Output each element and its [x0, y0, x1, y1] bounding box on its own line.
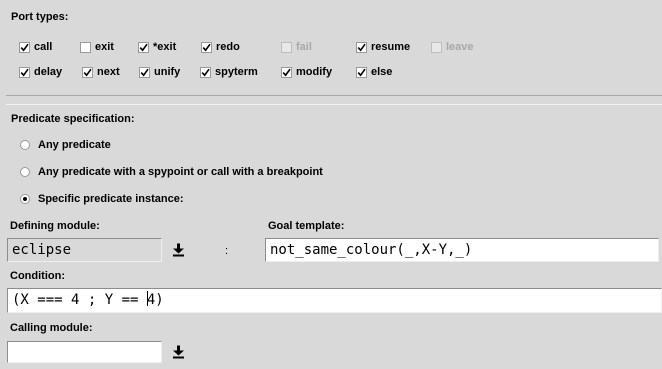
checkbox-next[interactable]: next [82, 65, 120, 79]
checkbox-star-exit[interactable]: *exit [138, 40, 176, 54]
checkbox-label: spyterm [215, 66, 258, 78]
checkbox-spyterm[interactable]: spyterm [200, 65, 258, 79]
check-icon [82, 66, 93, 78]
checkbox-leave: leave [431, 40, 474, 54]
radio-label: Any predicate with a spypoint or call wi… [38, 166, 323, 178]
checkbox-label: else [371, 66, 393, 78]
checkbox-resume[interactable]: resume [356, 40, 410, 54]
check-icon [19, 66, 30, 78]
condition-field[interactable]: (X === 4 ; Y == 4) [7, 288, 662, 313]
checkbox-label: *exit [153, 41, 177, 53]
goal-template-label: Goal template: [268, 220, 345, 232]
calling-module-label: Calling module: [10, 322, 93, 334]
checkbox-label: modify [296, 66, 333, 78]
radio-selected-icon [20, 194, 30, 204]
separator-colon: : [225, 245, 229, 257]
condition-label: Condition: [10, 270, 65, 282]
checkbox-empty-icon [281, 41, 292, 53]
download-arrow-icon [173, 243, 184, 256]
checkbox-fail: fail [281, 40, 312, 54]
checkbox-call[interactable]: call [19, 40, 52, 54]
calling-module-dropdown-button[interactable] [168, 342, 189, 361]
checkbox-label: fail [296, 41, 312, 53]
check-icon [356, 41, 367, 53]
checkbox-label: redo [216, 41, 240, 53]
radio-specific-instance[interactable]: Specific predicate instance: [20, 192, 184, 206]
section-divider [6, 95, 662, 105]
checkbox-exit[interactable]: exit [80, 40, 114, 54]
goal-template-field[interactable]: not_same_colour(_,X-Y,_) [265, 238, 659, 262]
checkbox-empty-icon [80, 41, 91, 53]
radio-empty-icon [20, 167, 30, 177]
download-arrow-icon [173, 345, 184, 358]
checkbox-delay[interactable]: delay [19, 65, 62, 79]
check-icon [356, 66, 367, 78]
checkbox-unify[interactable]: unify [139, 65, 180, 79]
radio-empty-icon [20, 140, 30, 150]
checkbox-label: call [34, 41, 53, 53]
check-icon [200, 66, 211, 78]
condition-text-after-cursor: 4) [146, 292, 164, 308]
check-icon [19, 41, 30, 53]
defining-module-dropdown-button[interactable] [168, 240, 189, 259]
calling-module-field[interactable] [7, 341, 162, 363]
check-icon [138, 41, 149, 53]
checkbox-else[interactable]: else [356, 65, 392, 79]
checkbox-label: delay [34, 66, 63, 78]
radio-label: Any predicate [38, 139, 111, 151]
condition-text-before-cursor: (X === 4 ; Y == [12, 292, 147, 308]
defining-module-label: Defining module: [10, 220, 100, 232]
check-icon [201, 41, 212, 53]
radio-any-predicate[interactable]: Any predicate [20, 138, 111, 152]
check-icon [281, 66, 292, 78]
checkbox-redo[interactable]: redo [201, 40, 240, 54]
radio-label: Specific predicate instance: [38, 193, 184, 205]
checkbox-empty-icon [431, 41, 442, 53]
checkbox-label: next [97, 66, 120, 78]
checkbox-label: resume [371, 41, 411, 53]
checkbox-modify[interactable]: modify [281, 65, 332, 79]
predicate-spec-heading: Predicate specification: [11, 113, 135, 125]
checkbox-label: unify [154, 66, 181, 78]
defining-module-field[interactable]: eclipse [7, 238, 162, 262]
port-types-heading: Port types: [11, 11, 69, 23]
check-icon [139, 66, 150, 78]
checkbox-label: exit [95, 41, 114, 53]
radio-any-spypoint[interactable]: Any predicate with a spypoint or call wi… [20, 165, 323, 179]
checkbox-label: leave [446, 41, 474, 53]
